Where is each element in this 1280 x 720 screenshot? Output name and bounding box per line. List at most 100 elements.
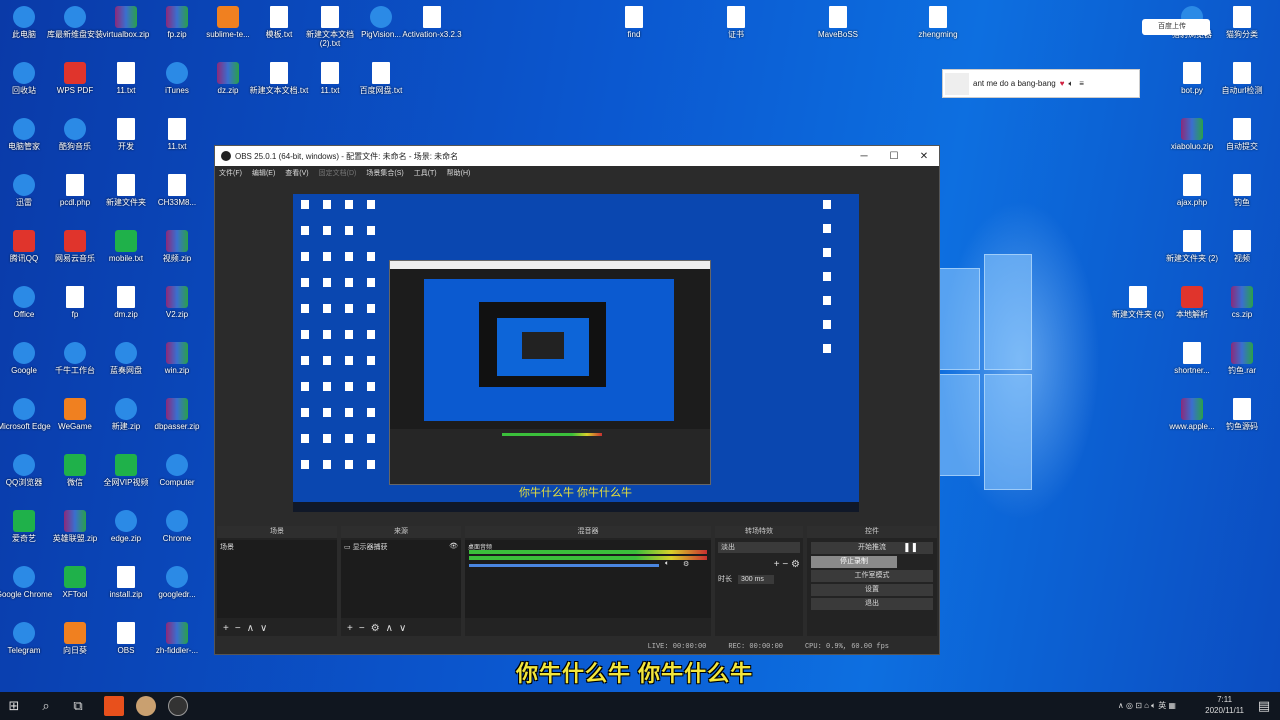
file-icon	[1233, 118, 1251, 140]
minimize-button[interactable]: ─	[849, 151, 879, 162]
stop-recording-button[interactable]: 停止录制	[811, 556, 897, 568]
file-icon	[727, 6, 745, 28]
nested-docks	[390, 429, 710, 484]
mini-desktop-icon	[345, 278, 353, 287]
add-scene-button[interactable]: +	[223, 623, 229, 634]
obs-taskbar-icon[interactable]	[168, 696, 188, 716]
mini-desktop-icon	[301, 460, 309, 469]
add-source-button[interactable]: +	[347, 623, 353, 634]
desktop-icon-label: Telegram	[7, 646, 41, 655]
app-icon-orange[interactable]	[104, 696, 124, 716]
remove-source-button[interactable]: −	[359, 623, 365, 634]
mini-desktop-icon	[301, 226, 309, 235]
desktop-icon[interactable]: Computer	[147, 454, 207, 487]
desktop-icon[interactable]: V2.zip	[147, 286, 207, 319]
scene-item[interactable]: 场景	[220, 542, 334, 552]
desktop-icon[interactable]: zhengming	[908, 6, 968, 39]
remove-transition-button[interactable]: −	[782, 559, 788, 570]
move-down-icon[interactable]: ∨	[260, 623, 267, 634]
desktop-icon[interactable]: 证书	[706, 6, 766, 39]
volume-icon[interactable]: 🔈︎	[1068, 79, 1073, 89]
desktop-icon[interactable]: 新建文件夹 (4)	[1108, 286, 1168, 319]
live-status: LIVE: 00:00:00	[647, 643, 707, 651]
mini-desktop-icon	[323, 200, 331, 209]
rec-status: REC: 00:00:00	[728, 643, 783, 651]
pause-icon[interactable]: ❚❚	[903, 542, 918, 553]
nested-preview-desktop	[424, 279, 674, 421]
system-tray-icons[interactable]: ∧ ◎ ⊡ ⌂ 🔈︎ 英 ▦	[1118, 700, 1176, 711]
desktop-icon[interactable]: 自动提交	[1212, 118, 1272, 151]
desktop-icon[interactable]: cs.zip	[1212, 286, 1272, 319]
app-icon-avatar[interactable]	[136, 696, 156, 716]
desktop-icon[interactable]: MaveBoSS	[808, 6, 868, 39]
menu-icon[interactable]: ≡	[1079, 79, 1084, 88]
studio-mode-button[interactable]: 工作室模式	[811, 570, 933, 582]
source-item[interactable]: ▭ 显示器捕获 👁︎	[344, 542, 458, 552]
file-icon	[13, 230, 35, 252]
menu-scene-collection[interactable]: 场景集合(S)	[366, 168, 403, 178]
clock[interactable]: 7:11 2020/11/11	[1205, 694, 1244, 716]
mini-desktop-icon	[367, 304, 375, 313]
desktop-icon[interactable]: 猫狗分类	[1212, 6, 1272, 39]
heart-icon[interactable]: ♥	[1060, 79, 1065, 88]
search-icon[interactable]: ⌕	[36, 696, 56, 716]
menu-tools[interactable]: 工具(T)	[414, 168, 437, 178]
speaker-icon[interactable]: 🔈︎	[665, 560, 669, 568]
scenes-list[interactable]: 场景	[217, 540, 337, 618]
desktop-icon[interactable]: googledr...	[147, 566, 207, 599]
desktop-icon-label: dm.zip	[114, 310, 138, 319]
maximize-button[interactable]: ☐	[879, 151, 909, 162]
file-icon	[64, 566, 86, 588]
settings-button[interactable]: 设置	[811, 584, 933, 596]
gear-icon[interactable]: ⚙	[791, 559, 800, 570]
baidu-upload-widget[interactable]: 百度上传	[1142, 19, 1210, 35]
menu-file[interactable]: 文件(F)	[219, 168, 242, 178]
desktop-icon[interactable]: CH33M8...	[147, 174, 207, 207]
music-notification[interactable]: ant me do a bang-bang ♥ 🔈︎ ≡	[942, 69, 1140, 98]
task-view-icon[interactable]: ⧉	[68, 696, 88, 716]
remove-scene-button[interactable]: −	[235, 623, 241, 634]
desktop-icon[interactable]: 11.txt	[147, 118, 207, 151]
menu-help[interactable]: 帮助(H)	[447, 168, 471, 178]
duration-input[interactable]: 300 ms	[737, 575, 774, 584]
menu-view[interactable]: 查看(V)	[285, 168, 308, 178]
move-up-icon[interactable]: ∧	[386, 623, 393, 634]
notification-center-icon[interactable]: ▤	[1254, 696, 1274, 716]
gear-icon[interactable]: ⚙	[683, 560, 689, 568]
desktop-icon[interactable]: 钓鱼源码	[1212, 398, 1272, 431]
obs-window: OBS 25.0.1 (64-bit, windows) - 配置文件: 未命名…	[214, 145, 940, 655]
desktop-icon-label: PigVision...	[361, 30, 401, 39]
exit-button[interactable]: 退出	[811, 598, 933, 610]
desktop-icon-label: Computer	[159, 478, 195, 487]
file-icon	[1233, 6, 1251, 28]
desktop-icon[interactable]: 自动url检测	[1212, 62, 1272, 95]
desktop-icon[interactable]: find	[604, 6, 664, 39]
move-down-icon[interactable]: ∨	[399, 623, 406, 634]
obs-preview[interactable]: 你牛什么牛 你牛什么牛	[293, 194, 859, 512]
add-transition-button[interactable]: +	[774, 559, 780, 570]
desktop-icon[interactable]: 钓鱼	[1212, 174, 1272, 207]
desktop-icon[interactable]: 钓鱼.rar	[1212, 342, 1272, 375]
desktop-icon[interactable]: win.zip	[147, 342, 207, 375]
eye-icon[interactable]: 👁︎	[449, 542, 458, 550]
desktop-icon[interactable]: dbpasser.zip	[147, 398, 207, 431]
desktop-icon[interactable]: 视频.zip	[147, 230, 207, 263]
file-icon	[829, 6, 847, 28]
transition-select[interactable]: 淡出	[718, 542, 800, 553]
desktop-icon[interactable]: 百度网盘.txt	[351, 62, 411, 95]
gear-icon[interactable]: ⚙	[371, 623, 380, 634]
mini-desktop-icon	[301, 278, 309, 287]
windows-start-icon[interactable]: ⊞	[4, 696, 24, 716]
desktop-icon[interactable]: zh-fiddler-...	[147, 622, 207, 655]
menu-docks[interactable]: 固定文档(D)	[319, 168, 357, 178]
notification-avatar	[945, 72, 969, 95]
menu-edit[interactable]: 编辑(E)	[252, 168, 275, 178]
desktop-icon[interactable]: 视频	[1212, 230, 1272, 263]
file-icon	[217, 62, 239, 84]
desktop-icon[interactable]: Chrome	[147, 510, 207, 543]
sources-list[interactable]: ▭ 显示器捕获 👁︎	[341, 540, 461, 618]
close-button[interactable]: ✕	[909, 151, 939, 162]
volume-slider[interactable]	[469, 564, 659, 567]
move-up-icon[interactable]: ∧	[247, 623, 254, 634]
desktop-icon[interactable]: Activation-x3.2.3	[402, 6, 462, 39]
